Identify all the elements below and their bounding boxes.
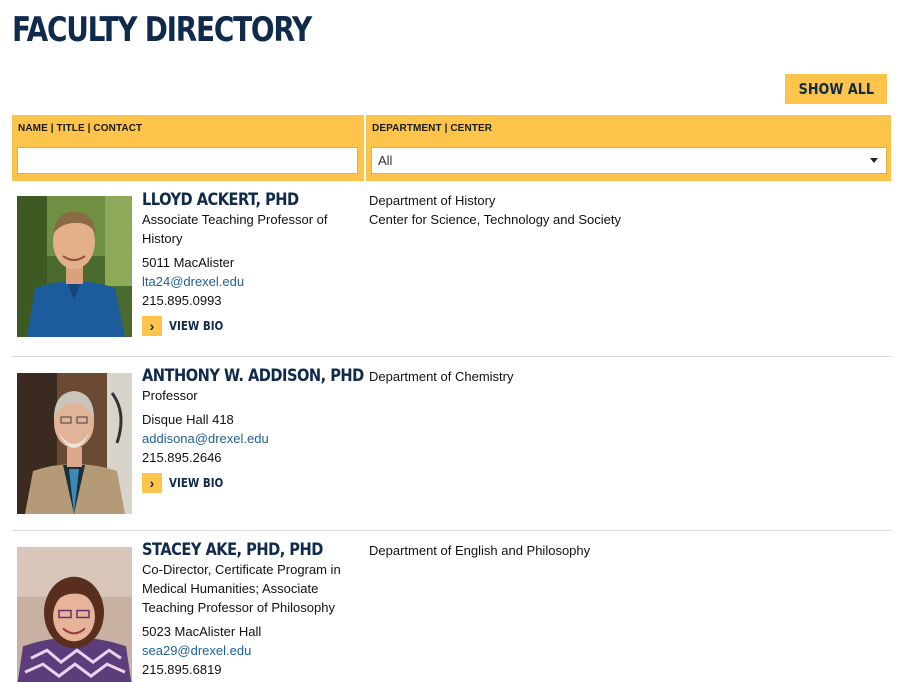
chevron-right-icon: › bbox=[142, 316, 162, 336]
view-bio-label: VIEW BIO bbox=[169, 319, 224, 333]
show-all-label: SHOW ALL bbox=[798, 80, 874, 98]
page-title: FACULTY DIRECTORY bbox=[12, 10, 312, 50]
show-all-button[interactable]: SHOW ALL bbox=[785, 74, 887, 104]
faculty-photo bbox=[17, 196, 132, 337]
name-filter-label: NAME | TITLE | CONTACT bbox=[18, 123, 143, 134]
faculty-row: STACEY AKE, PHD, PHD Co-Director, Certif… bbox=[12, 531, 891, 682]
faculty-email-link[interactable]: addisona@drexel.edu bbox=[142, 429, 357, 448]
chevron-right-icon: › bbox=[142, 473, 162, 493]
view-bio-label: VIEW BIO bbox=[169, 476, 224, 490]
faculty-phone: 215.895.0993 bbox=[142, 293, 222, 308]
faculty-room: 5011 MacAlister bbox=[142, 255, 235, 270]
department-filter: DEPARTMENT | CENTER All bbox=[366, 115, 891, 181]
faculty-room: Disque Hall 418 bbox=[142, 412, 234, 427]
faculty-departments: Department of English and Philosophy bbox=[369, 541, 590, 560]
faculty-row: LLOYD ACKERT, PHD Associate Teaching Pro… bbox=[12, 181, 891, 357]
faculty-photo bbox=[17, 547, 132, 682]
view-bio-button[interactable]: › VIEW BIO bbox=[142, 473, 357, 493]
department-item: Department of Chemistry bbox=[369, 369, 514, 384]
department-select[interactable]: All bbox=[371, 147, 887, 174]
faculty-info: LLOYD ACKERT, PHD Associate Teaching Pro… bbox=[142, 190, 357, 336]
department-filter-label: DEPARTMENT | CENTER bbox=[372, 123, 493, 134]
faculty-name[interactable]: ANTHONY W. ADDISON, PHD bbox=[142, 366, 364, 386]
faculty-email-link[interactable]: lta24@drexel.edu bbox=[142, 272, 357, 291]
department-item: Center for Science, Technology and Socie… bbox=[369, 212, 621, 227]
name-search-input[interactable] bbox=[17, 147, 358, 174]
filter-bar: NAME | TITLE | CONTACT DEPARTMENT | CENT… bbox=[12, 115, 891, 181]
faculty-info: ANTHONY W. ADDISON, PHD Professor Disque… bbox=[142, 366, 364, 493]
department-select-value: All bbox=[378, 153, 393, 168]
faculty-title: Professor bbox=[142, 388, 198, 403]
faculty-title: Co-Director, Certificate Program in Medi… bbox=[142, 562, 341, 615]
faculty-info: STACEY AKE, PHD, PHD Co-Director, Certif… bbox=[142, 540, 357, 679]
caret-down-icon bbox=[870, 158, 878, 163]
faculty-photo bbox=[17, 373, 132, 514]
faculty-name[interactable]: LLOYD ACKERT, PHD bbox=[142, 190, 327, 210]
faculty-list: LLOYD ACKERT, PHD Associate Teaching Pro… bbox=[12, 181, 891, 682]
department-item: Department of English and Philosophy bbox=[369, 543, 591, 558]
department-item: Department of History bbox=[369, 193, 496, 208]
faculty-name[interactable]: STACEY AKE, PHD, PHD bbox=[142, 540, 327, 560]
faculty-title: Associate Teaching Professor of History bbox=[142, 212, 328, 246]
faculty-email-link[interactable]: sea29@drexel.edu bbox=[142, 641, 357, 660]
faculty-room: 5023 MacAlister Hall bbox=[142, 624, 262, 639]
faculty-row: ANTHONY W. ADDISON, PHD Professor Disque… bbox=[12, 357, 891, 531]
faculty-departments: Department of History Center for Science… bbox=[369, 191, 621, 229]
view-bio-button[interactable]: › VIEW BIO bbox=[142, 316, 357, 336]
faculty-phone: 215.895.6819 bbox=[142, 662, 222, 677]
faculty-departments: Department of Chemistry bbox=[369, 367, 514, 386]
faculty-phone: 215.895.2646 bbox=[142, 450, 222, 465]
name-filter: NAME | TITLE | CONTACT bbox=[12, 115, 364, 181]
